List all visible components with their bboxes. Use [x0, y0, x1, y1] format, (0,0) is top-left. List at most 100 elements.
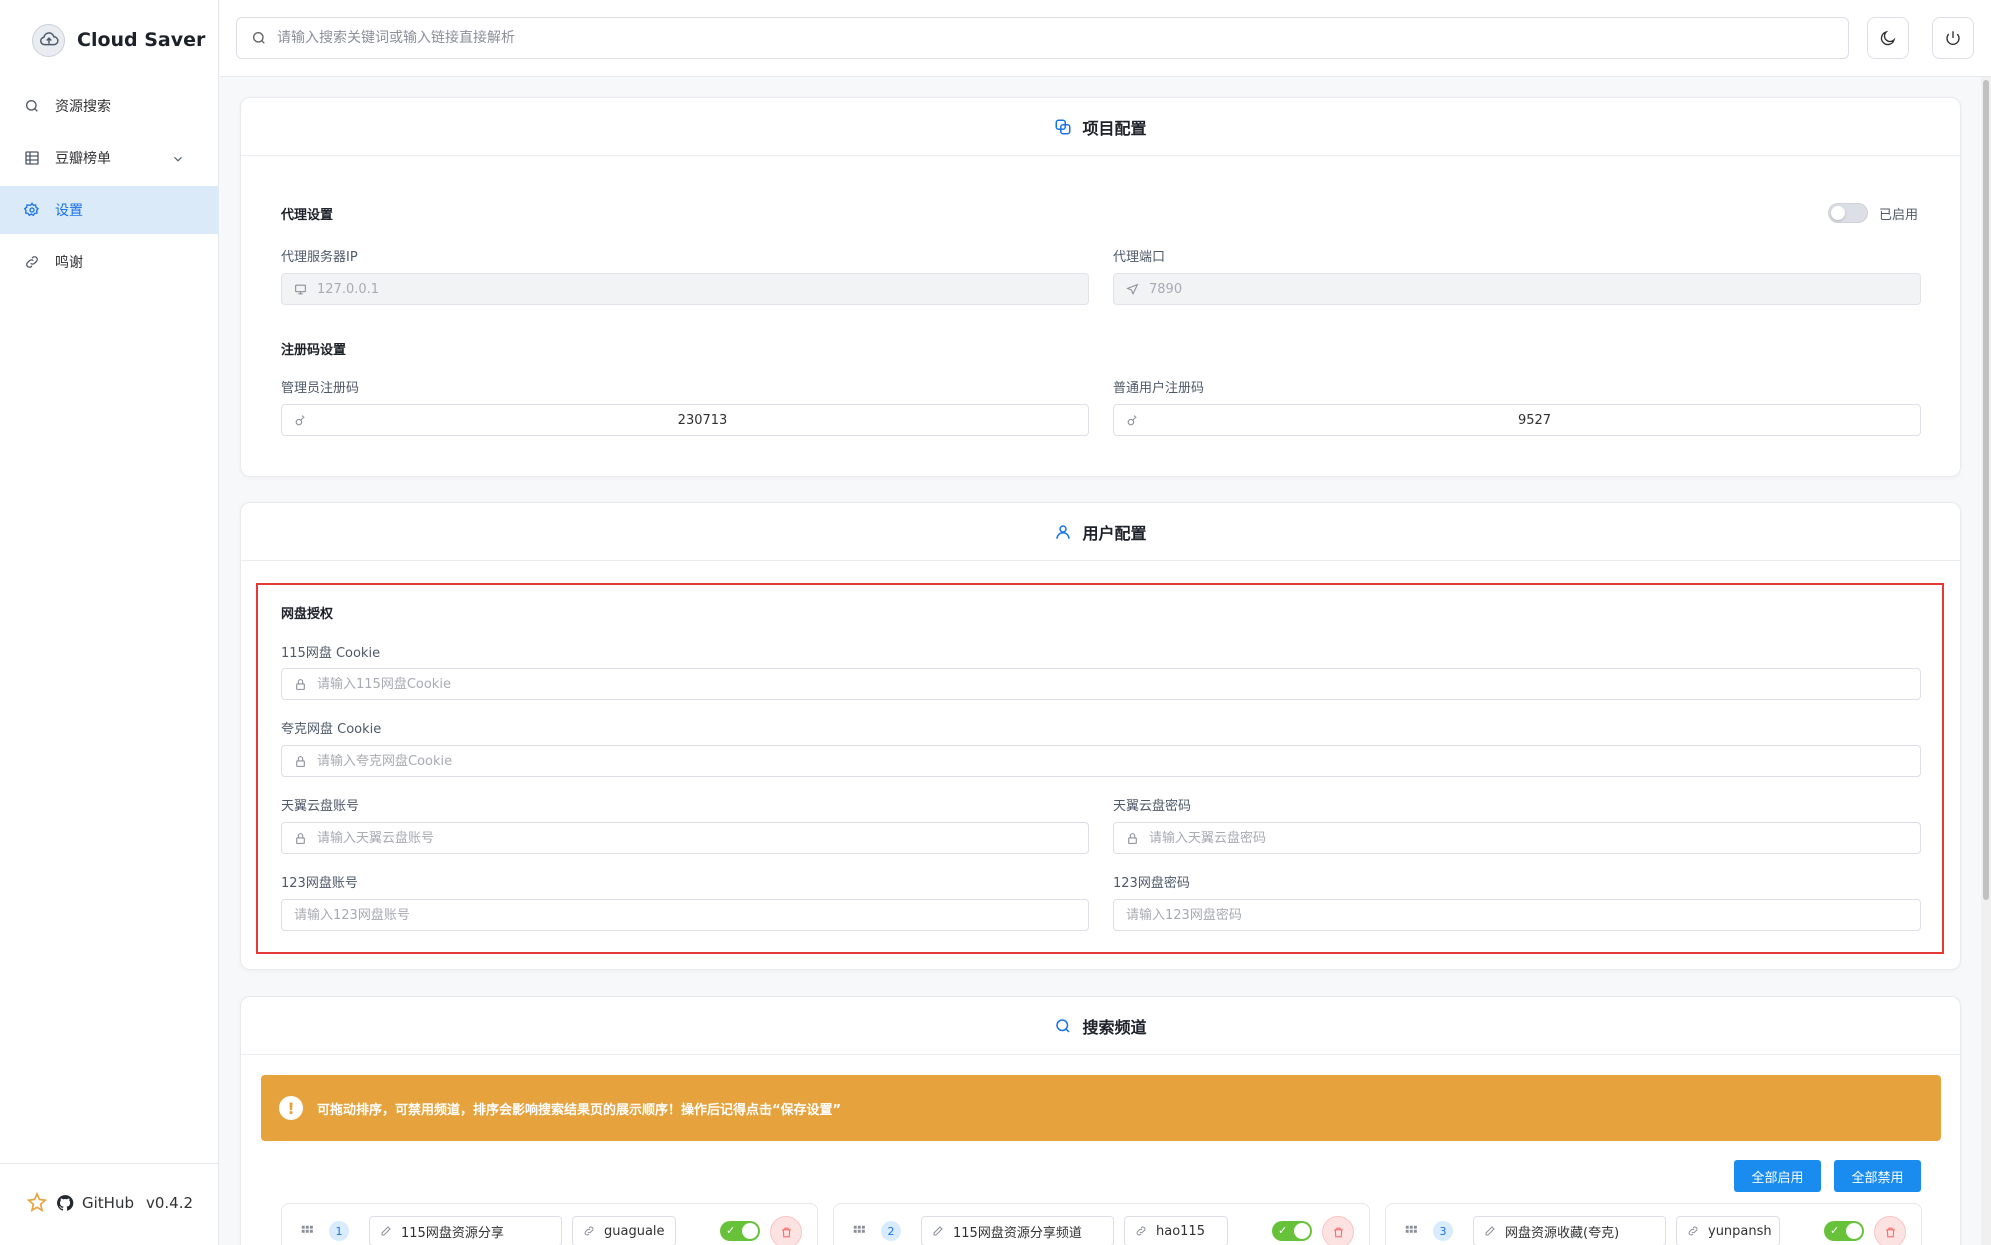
project-config-card: 项目配置 代理设置 已启用 代理服务器IP 代理端口 注册码设置 管理员注册码 … — [240, 97, 1961, 477]
admin-code-label: 管理员注册码 — [281, 381, 360, 396]
channel-name-field[interactable]: 115网盘资源分享频道 — [921, 1216, 1114, 1245]
sidebar-item-label: 豆瓣榜单 — [55, 151, 111, 167]
brand[interactable]: Cloud Saver — [32, 22, 205, 58]
tianyi-account-field[interactable] — [281, 822, 1089, 854]
tianyi-password-input[interactable] — [1149, 824, 1920, 852]
p123-password-input[interactable] — [1126, 901, 1920, 929]
channel-card[interactable]: 2 115网盘资源分享频道 hao115 ✓ — [833, 1203, 1370, 1245]
proxy-port-field[interactable] — [1113, 273, 1921, 305]
c115-cookie-field[interactable] — [281, 668, 1921, 700]
channel-id: guaguale — [604, 1223, 665, 1239]
sidebar-item-settings[interactable]: 设置 — [0, 186, 219, 234]
sidebar-item-label: 资源搜索 — [55, 99, 111, 115]
proxy-toggle[interactable] — [1828, 203, 1868, 223]
send-icon — [1126, 283, 1139, 296]
proxy-ip-field[interactable] — [281, 273, 1089, 305]
user-icon — [1054, 523, 1072, 541]
sidebar-footer: GitHub v0.4.2 — [0, 1163, 219, 1245]
sidebar-item-douban[interactable]: 豆瓣榜单 — [0, 134, 219, 182]
grid-icon — [24, 150, 40, 166]
quark-cookie-input[interactable] — [317, 747, 1920, 775]
admin-code-field[interactable] — [281, 404, 1089, 436]
proxy-ip-input[interactable] — [317, 275, 1088, 303]
quark-cookie-field[interactable] — [281, 745, 1921, 777]
tianyi-account-input[interactable] — [317, 824, 1088, 852]
user-code-input[interactable] — [1149, 406, 1920, 434]
card-title: 搜索频道 — [1082, 1017, 1147, 1037]
channel-toggle[interactable]: ✓ — [1824, 1221, 1864, 1241]
app-version: v0.4.2 — [145, 1194, 194, 1212]
channel-name: 网盘资源收藏(夸克) — [1505, 1225, 1620, 1241]
card-header: 项目配置 — [241, 98, 1960, 156]
p123-account-field[interactable] — [281, 899, 1089, 931]
github-link[interactable]: GitHub — [82, 1194, 134, 1212]
user-code-label: 普通用户注册码 — [1113, 381, 1205, 396]
drag-handle-icon[interactable] — [852, 1224, 866, 1238]
search-channels-card: 搜索频道 ! 可拖动排序，可禁用频道，排序会影响搜索结果页的展示顺序！操作后记得… — [240, 996, 1961, 1245]
channel-name: 115网盘资源分享频道 — [953, 1225, 1082, 1241]
channel-name: 115网盘资源分享 — [401, 1225, 504, 1241]
top-bar — [220, 0, 1991, 77]
proxy-ip-label: 代理服务器IP — [281, 250, 358, 265]
enable-all-button[interactable]: 全部启用 — [1734, 1160, 1821, 1192]
sidebar-item-resource-search[interactable]: 资源搜索 — [0, 82, 219, 130]
drag-handle-icon[interactable] — [300, 1224, 314, 1238]
quark-cookie-label: 夸克网盘 Cookie — [281, 722, 382, 737]
sidebar-item-label: 鸣谢 — [55, 255, 83, 271]
channel-id-field[interactable]: guaguale — [572, 1216, 676, 1245]
lock-icon — [294, 678, 307, 691]
delete-channel-button[interactable] — [770, 1216, 802, 1245]
delete-channel-button[interactable] — [1874, 1216, 1906, 1245]
tianyi-password-label: 天翼云盘密码 — [1113, 799, 1192, 814]
disable-all-button[interactable]: 全部禁用 — [1834, 1160, 1921, 1192]
drag-handle-icon[interactable] — [1404, 1224, 1418, 1238]
tianyi-password-field[interactable] — [1113, 822, 1921, 854]
lock-icon — [294, 832, 307, 845]
sidebar-item-label: 设置 — [55, 203, 83, 219]
sidebar-nav: 资源搜索 豆瓣榜单 设置 鸣谢 — [0, 82, 219, 290]
exclamation-icon: ! — [279, 1096, 303, 1120]
lock-icon — [1126, 832, 1139, 845]
admin-code-input[interactable] — [317, 406, 1088, 434]
p123-account-input[interactable] — [294, 901, 1088, 929]
sidebar: Cloud Saver 资源搜索 豆瓣榜单 设置 鸣谢 GitHub v0.4.… — [0, 0, 219, 1245]
channel-index: 1 — [329, 1221, 349, 1241]
channel-card[interactable]: 1 115网盘资源分享 guaguale ✓ — [281, 1203, 818, 1245]
trash-icon — [1332, 1226, 1345, 1239]
delete-channel-button[interactable] — [1322, 1216, 1354, 1245]
scrollbar-thumb[interactable] — [1983, 80, 1989, 900]
p123-password-field[interactable] — [1113, 899, 1921, 931]
search-box[interactable] — [236, 17, 1849, 59]
link-icon — [1687, 1225, 1699, 1237]
link-chain-icon — [1054, 118, 1072, 136]
logout-button[interactable] — [1932, 17, 1974, 59]
proxy-section-title: 代理设置 — [281, 208, 334, 223]
proxy-port-input[interactable] — [1149, 275, 1920, 303]
channel-name-field[interactable]: 115网盘资源分享 — [369, 1216, 562, 1245]
edit-icon — [380, 1225, 392, 1237]
c115-cookie-input[interactable] — [317, 670, 1920, 698]
card-title: 用户配置 — [1082, 523, 1147, 543]
github-icon[interactable] — [56, 1194, 74, 1212]
channel-index: 3 — [1433, 1221, 1453, 1241]
search-input[interactable] — [277, 19, 1848, 57]
channel-id-field[interactable]: hao115 — [1124, 1216, 1228, 1245]
channel-name-field[interactable]: 网盘资源收藏(夸克) — [1473, 1216, 1666, 1245]
trash-icon — [780, 1226, 793, 1239]
sparkle-icon — [26, 1192, 48, 1214]
channel-toggle[interactable]: ✓ — [1272, 1221, 1312, 1241]
p123-account-label: 123网盘账号 — [281, 876, 358, 891]
register-section-title: 注册码设置 — [281, 343, 347, 358]
channel-id-field[interactable]: yunpansh — [1676, 1216, 1780, 1245]
dark-mode-button[interactable] — [1867, 17, 1909, 59]
channel-card[interactable]: 3 网盘资源收藏(夸克) yunpansh ✓ — [1385, 1203, 1922, 1245]
channel-toggle[interactable]: ✓ — [720, 1221, 760, 1241]
card-header: 用户配置 — [241, 503, 1960, 561]
chevron-down-icon[interactable] — [171, 152, 185, 166]
card-title: 项目配置 — [1082, 118, 1147, 138]
key-icon — [1126, 414, 1139, 427]
channel-id: yunpansh — [1708, 1223, 1772, 1239]
proxy-toggle-label: 已启用 — [1879, 208, 1919, 223]
user-code-field[interactable] — [1113, 404, 1921, 436]
sidebar-item-thanks[interactable]: 鸣谢 — [0, 238, 219, 286]
